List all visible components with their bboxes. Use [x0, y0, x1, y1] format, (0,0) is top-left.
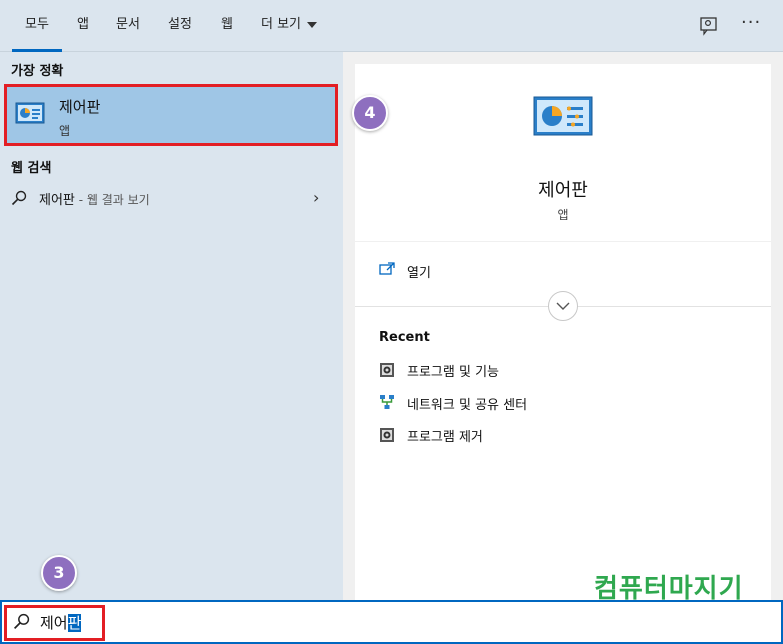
open-label: 열기	[407, 266, 431, 281]
tab-documents[interactable]: 문서	[108, 0, 148, 52]
chevron-down-icon	[556, 302, 570, 310]
tab-all[interactable]: 모두	[12, 0, 62, 52]
best-match-heading: 가장 정확	[11, 64, 64, 79]
search-window: 모두 앱 문서 설정 웹 더 보기 ··· 가장 정확 제어판 앱 웹 검색 제…	[0, 0, 783, 644]
best-match-item[interactable]: 제어판 앱	[4, 84, 338, 146]
search-text-selected: 판	[67, 614, 82, 632]
preview-header: 제어판 앱	[355, 64, 771, 241]
open-icon	[379, 262, 395, 275]
web-search-heading: 웹 검색	[11, 161, 52, 176]
tab-web[interactable]: 웹	[212, 0, 242, 52]
programs-icon	[380, 428, 394, 442]
search-input[interactable]: 제어판	[40, 612, 82, 633]
tab-settings[interactable]: 설정	[160, 0, 200, 52]
recent-heading: Recent	[379, 330, 430, 345]
web-search-suffix: - 웹 결과 보기	[74, 193, 150, 207]
control-panel-icon	[15, 102, 45, 124]
search-text-plain: 제어	[40, 614, 68, 632]
chevron-down-icon	[307, 21, 317, 28]
chevron-right-icon[interactable]: ›	[313, 188, 319, 207]
preview-subtitle: 앱	[557, 208, 569, 222]
best-match-subtitle: 앱	[59, 124, 71, 138]
preview-title: 제어판	[538, 180, 588, 201]
tab-more-label: 더 보기	[260, 17, 301, 32]
step-badge-4: 4	[352, 95, 388, 131]
recent-item-label: 프로그램 및 기능	[407, 365, 499, 380]
recent-item-label: 프로그램 제거	[407, 430, 483, 445]
web-search-item[interactable]: 제어판 - 웹 결과 보기 ›	[0, 184, 343, 212]
search-icon	[11, 190, 27, 206]
web-search-query: 제어판	[39, 193, 75, 208]
results-panel: 가장 정확 제어판 앱 웹 검색 제어판 - 웹 결과 보기 ›	[0, 52, 343, 600]
web-search-label: 제어판 - 웹 결과 보기	[39, 189, 150, 208]
tab-apps[interactable]: 앱	[68, 0, 98, 52]
tab-more[interactable]: 더 보기	[252, 0, 326, 52]
expand-button[interactable]	[548, 291, 578, 321]
recent-item-label: 네트워크 및 공유 센터	[407, 398, 528, 413]
control-panel-icon	[533, 96, 593, 136]
tab-bar: 모두 앱 문서 설정 웹 더 보기 ···	[0, 0, 783, 52]
more-options-button[interactable]: ···	[741, 12, 761, 33]
programs-icon	[380, 363, 394, 377]
step-badge-3: 3	[41, 555, 77, 591]
network-icon	[380, 395, 394, 409]
search-bar[interactable]: 제어판	[0, 600, 783, 644]
preview-panel: 제어판 앱 열기 Recent 프로그램 및 기능 네트워크 및 공유 센터 프…	[343, 52, 783, 600]
preview-actions: 열기 Recent 프로그램 및 기능 네트워크 및 공유 센터 프로그램 제거	[355, 242, 771, 600]
feedback-icon[interactable]	[698, 15, 720, 37]
search-icon	[13, 613, 30, 630]
best-match-title: 제어판	[59, 98, 101, 116]
